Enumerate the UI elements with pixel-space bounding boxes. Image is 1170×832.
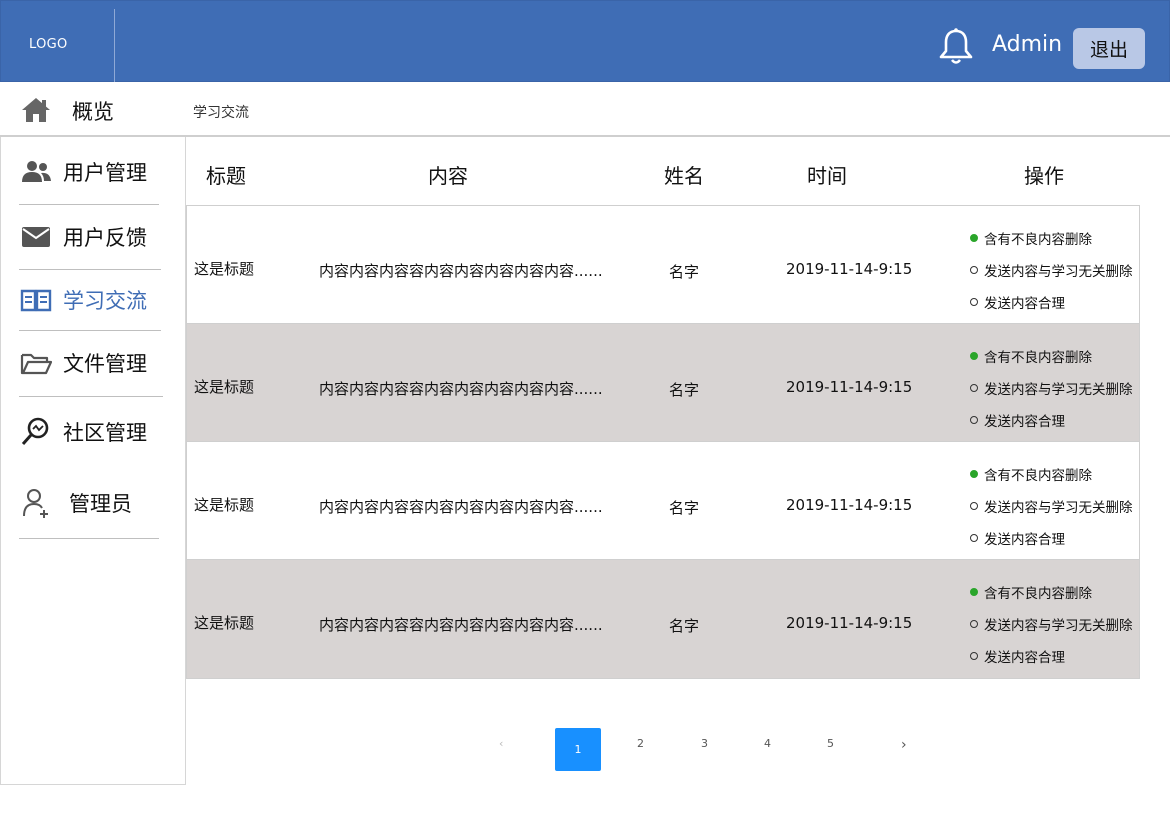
radio-checked-icon [970,234,978,242]
message-table: 这是标题 内容内容内容容内容内容内容内容内容...... 名字 2019-11-… [186,205,1140,679]
radio-icon [970,416,978,424]
logout-button[interactable]: 退出 [1073,28,1145,69]
sidebar-item-label: 社区管理 [63,421,147,445]
action-radio-reasonable[interactable]: 发送内容合理 [970,640,1133,672]
search-icon [19,417,53,447]
pagination-next[interactable]: › [901,737,907,753]
overview-link[interactable]: 概览 [72,96,114,126]
row-name: 名字 [669,263,700,281]
row-content: 内容内容内容容内容内容内容内容内容...... [319,498,603,516]
radio-icon [970,384,978,392]
action-options: 含有不良内容删除 发送内容与学习无关删除 发送内容合理 [970,222,1133,318]
row-content: 内容内容内容容内容内容内容内容内容...... [319,380,603,398]
sidebar-item-label: 用户管理 [63,161,147,185]
column-header-name: 姓名 [664,164,704,188]
sidebar-item-user-feedback[interactable]: 用户反馈 [19,206,161,268]
action-radio-delete-bad[interactable]: 含有不良内容删除 [970,458,1133,490]
action-radio-delete-irrelevant[interactable]: 发送内容与学习无关删除 [970,372,1133,404]
mail-icon [19,222,53,252]
table-row: 这是标题 内容内容内容容内容内容内容内容内容...... 名字 2019-11-… [187,442,1139,560]
radio-checked-icon [970,588,978,596]
column-header-actions: 操作 [1024,164,1064,188]
row-content: 内容内容内容容内容内容内容内容内容...... [319,262,603,280]
action-radio-delete-bad[interactable]: 含有不良内容删除 [970,222,1133,254]
sidebar: 用户管理 用户反馈 学习交流 文件管理 社区管理 管理员 [0,137,186,785]
sidebar-item-admin[interactable]: 管理员 [19,472,161,534]
action-radio-delete-bad[interactable]: 含有不良内容删除 [970,340,1133,372]
breadcrumb: 概览 学习交流 [0,82,1170,137]
row-time: 2019-11-14-9:15 [786,260,913,278]
logo: LOGO [29,37,68,52]
column-header-content: 内容 [428,164,468,188]
folder-icon [19,348,53,378]
table-row: 这是标题 内容内容内容容内容内容内容内容内容...... 名字 2019-11-… [187,324,1139,442]
top-bar: LOGO Admin 退出 [0,0,1170,87]
radio-checked-icon [970,470,978,478]
action-radio-delete-irrelevant[interactable]: 发送内容与学习无关删除 [970,608,1133,640]
add-user-icon [19,488,53,518]
action-radio-delete-irrelevant[interactable]: 发送内容与学习无关删除 [970,490,1133,522]
users-icon [19,157,53,187]
radio-icon [970,298,978,306]
row-time: 2019-11-14-9:15 [786,614,913,632]
row-time: 2019-11-14-9:15 [786,496,913,514]
home-icon[interactable] [20,96,52,124]
sidebar-item-user-management[interactable]: 用户管理 [19,141,161,203]
sidebar-item-file-management[interactable]: 文件管理 [19,332,161,394]
action-radio-reasonable[interactable]: 发送内容合理 [970,404,1133,436]
table-row: 这是标题 内容内容内容容内容内容内容内容内容...... 名字 2019-11-… [187,206,1139,324]
row-title: 这是标题 [194,496,255,514]
radio-checked-icon [970,352,978,360]
nav-divider [19,396,163,397]
table-row: 这是标题 内容内容内容容内容内容内容内容内容...... 名字 2019-11-… [187,560,1139,678]
row-name: 名字 [669,617,700,635]
pagination-page[interactable]: 3 [701,737,708,750]
action-options: 含有不良内容删除 发送内容与学习无关删除 发送内容合理 [970,340,1133,436]
row-name: 名字 [669,381,700,399]
breadcrumb-current: 学习交流 [193,105,249,121]
radio-icon [970,502,978,510]
book-icon [19,285,53,315]
nav-divider [19,330,161,331]
action-radio-delete-irrelevant[interactable]: 发送内容与学习无关删除 [970,254,1133,286]
logo-divider [114,9,115,87]
radio-icon [970,620,978,628]
column-header-time: 时间 [807,164,847,188]
radio-icon [970,534,978,542]
sidebar-item-label: 用户反馈 [63,226,147,250]
column-header-title: 标题 [206,164,246,188]
pagination-page-current[interactable]: 1 [555,728,601,771]
sidebar-item-label: 学习交流 [63,289,147,313]
radio-icon [970,266,978,274]
pagination-page[interactable]: 2 [637,737,644,750]
radio-icon [970,652,978,660]
action-radio-delete-bad[interactable]: 含有不良内容删除 [970,576,1133,608]
row-name: 名字 [669,499,700,517]
nav-divider [19,204,159,205]
sidebar-item-label: 管理员 [69,492,132,516]
row-title: 这是标题 [194,614,255,632]
row-title: 这是标题 [194,260,255,278]
sidebar-item-label: 文件管理 [63,352,147,376]
action-options: 含有不良内容删除 发送内容与学习无关删除 发送内容合理 [970,576,1133,672]
bell-icon[interactable] [937,27,975,67]
sidebar-item-study-exchange[interactable]: 学习交流 [19,269,161,331]
admin-username[interactable]: Admin [992,32,1062,57]
row-title: 这是标题 [194,378,255,396]
action-radio-reasonable[interactable]: 发送内容合理 [970,286,1133,318]
pagination-prev[interactable]: ‹ [499,737,503,750]
sidebar-item-community-management[interactable]: 社区管理 [19,401,161,463]
row-content: 内容内容内容容内容内容内容内容内容...... [319,616,603,634]
pagination-page[interactable]: 4 [764,737,771,750]
row-time: 2019-11-14-9:15 [786,378,913,396]
action-options: 含有不良内容删除 发送内容与学习无关删除 发送内容合理 [970,458,1133,554]
pagination-page[interactable]: 5 [827,737,834,750]
nav-divider [19,538,159,539]
action-radio-reasonable[interactable]: 发送内容合理 [970,522,1133,554]
